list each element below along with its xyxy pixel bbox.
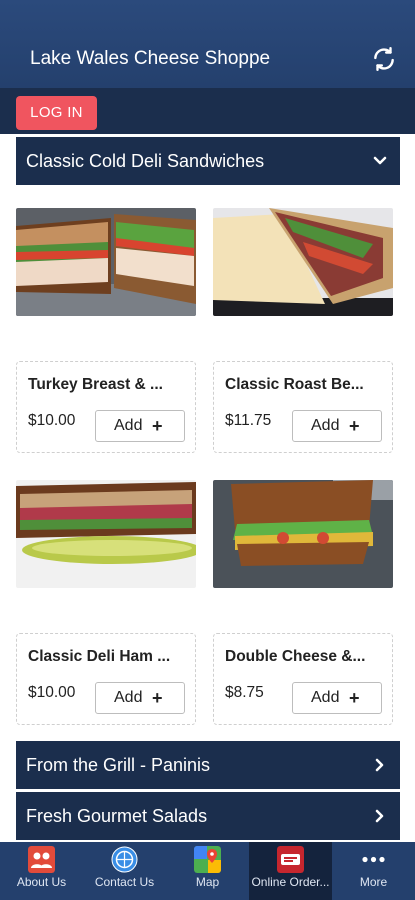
- category-label: Fresh Gourmet Salads: [26, 806, 208, 826]
- product-image-ham[interactable]: [16, 480, 196, 588]
- add-button-label: Add: [114, 417, 143, 434]
- add-button-label: Add: [311, 417, 340, 434]
- app-header: Lake Wales Cheese Shoppe: [0, 0, 415, 88]
- product-price: $10.00: [28, 412, 76, 429]
- add-button[interactable]: Add +: [292, 682, 382, 714]
- order-icon: [277, 846, 304, 873]
- product-card[interactable]: Double Cheese &... $8.75 Add +: [213, 633, 393, 725]
- category-classic-cold-deli[interactable]: Classic Cold Deli Sandwiches: [16, 137, 400, 185]
- refresh-icon[interactable]: [371, 46, 397, 72]
- tab-map[interactable]: Map: [166, 842, 249, 900]
- tab-about-us[interactable]: About Us: [0, 842, 83, 900]
- category-label: Classic Cold Deli Sandwiches: [26, 151, 265, 171]
- chevron-down-icon: [373, 156, 387, 165]
- login-button[interactable]: LOG IN: [16, 96, 97, 130]
- add-button-label: Add: [311, 689, 340, 706]
- bottom-tab-bar: About Us Contact Us Map Online Order...: [0, 842, 415, 900]
- people-icon: [28, 846, 55, 873]
- tab-online-order[interactable]: Online Order...: [249, 842, 332, 900]
- tab-label: Map: [195, 875, 220, 889]
- globe-icon: [111, 846, 138, 873]
- product-card[interactable]: Classic Deli Ham ... $10.00 Add +: [16, 633, 196, 725]
- product-image-turkey[interactable]: [16, 208, 196, 316]
- tab-contact-us[interactable]: Contact Us: [83, 842, 166, 900]
- more-dots-icon: [362, 856, 385, 863]
- product-price: $10.00: [28, 684, 76, 701]
- chevron-right-icon: [375, 809, 384, 823]
- product-card[interactable]: Classic Roast Be... $11.75 Add +: [213, 361, 393, 453]
- category-label: From the Grill - Paninis: [26, 755, 211, 775]
- tab-more[interactable]: More: [332, 842, 415, 900]
- map-icon: [194, 846, 221, 873]
- login-bar: LOG IN: [0, 88, 415, 134]
- product-name[interactable]: Double Cheese &...: [225, 648, 385, 666]
- plus-icon: +: [152, 688, 163, 708]
- add-button-label: Add: [114, 689, 143, 706]
- product-image-roast-beef[interactable]: [213, 208, 393, 316]
- product-price: $11.75: [225, 412, 272, 429]
- chevron-right-icon: [375, 758, 384, 772]
- add-button[interactable]: Add +: [95, 410, 185, 442]
- product-name[interactable]: Turkey Breast & ...: [28, 376, 188, 394]
- plus-icon: +: [152, 416, 163, 436]
- category-fresh-salads[interactable]: Fresh Gourmet Salads: [16, 792, 400, 840]
- product-card[interactable]: Turkey Breast & ... $10.00 Add +: [16, 361, 196, 453]
- product-name[interactable]: Classic Deli Ham ...: [28, 648, 188, 666]
- tab-label: Online Order...: [251, 875, 330, 889]
- add-button[interactable]: Add +: [95, 682, 185, 714]
- product-name[interactable]: Classic Roast Be...: [225, 376, 385, 394]
- category-from-the-grill[interactable]: From the Grill - Paninis: [16, 741, 400, 789]
- add-button[interactable]: Add +: [292, 410, 382, 442]
- product-image-double-cheese[interactable]: [213, 480, 393, 588]
- tab-label: Contact Us: [94, 875, 155, 889]
- plus-icon: +: [349, 416, 360, 436]
- plus-icon: +: [349, 688, 360, 708]
- tab-label: More: [359, 875, 388, 889]
- app-title: Lake Wales Cheese Shoppe: [30, 48, 271, 69]
- tab-label: About Us: [16, 875, 67, 889]
- product-price: $8.75: [225, 684, 264, 701]
